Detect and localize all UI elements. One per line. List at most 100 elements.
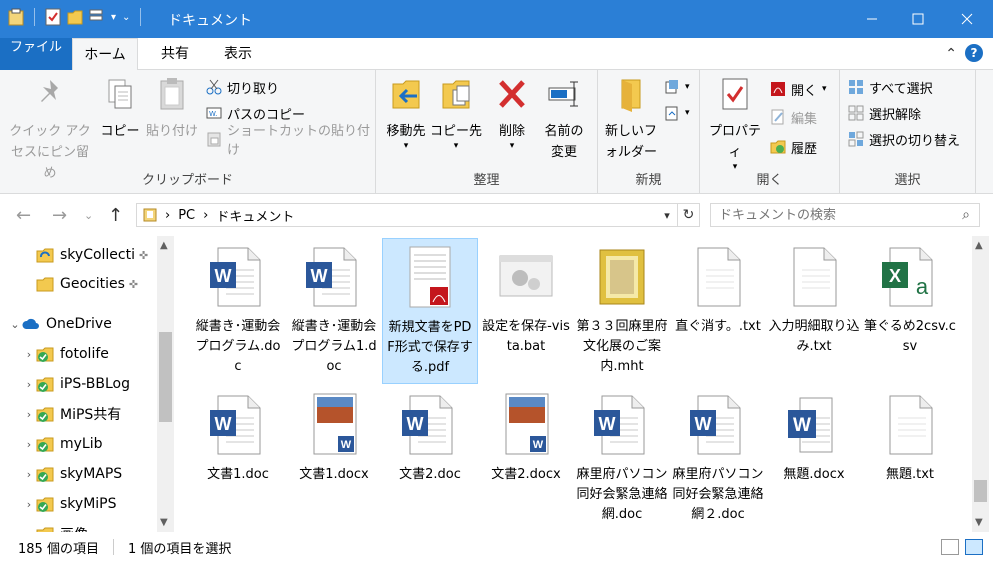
tab-home[interactable]: ホーム (72, 38, 138, 71)
copy-button[interactable]: コピー (98, 76, 142, 142)
file-item[interactable]: 直ぐ消す。.txt (670, 238, 766, 337)
tab-share[interactable]: 共有 (145, 38, 205, 70)
address-dropdown-icon[interactable]: ▾ (657, 209, 677, 222)
address-bar[interactable]: › PC › ドキュメント ▾ ↻ (136, 203, 700, 227)
file-item[interactable]: 入力明細取り込み.txt (766, 238, 862, 357)
easy-access-button[interactable]: ▾ (664, 102, 690, 124)
chevron-right-icon[interactable]: › (22, 378, 36, 391)
breadcrumb-item-pc[interactable]: PC (178, 208, 195, 223)
breadcrumb-item-documents[interactable]: ドキュメント (216, 206, 294, 225)
pin-quick-access-button[interactable]: クイック アクセスにピン留め (6, 76, 94, 184)
invert-selection-button[interactable]: 選択の切り替え (848, 128, 960, 150)
file-item[interactable]: W 文書2.docx (478, 386, 574, 485)
file-item[interactable]: 第３３回麻里府文化展のご案内.mht (574, 238, 670, 377)
move-to-button[interactable]: 移動先 ▾ (380, 76, 432, 151)
scroll-up-icon[interactable]: ▲ (975, 240, 983, 251)
new-item-button[interactable]: ▾ (664, 76, 690, 98)
clipboard-group-label: クリップボード (141, 173, 233, 188)
chevron-right-icon[interactable]: › (22, 468, 36, 481)
new-folder-icon[interactable] (67, 8, 83, 26)
select-all-button[interactable]: すべて選択 (848, 76, 933, 98)
file-item[interactable]: W 文書2.doc (382, 386, 478, 485)
chevron-right-icon[interactable]: › (22, 348, 36, 361)
file-item[interactable]: W 無題.docx (766, 386, 862, 485)
up-button[interactable]: ↑ (108, 205, 123, 226)
file-item[interactable]: W 麻里府パソコン同好会緊急連絡網.doc (574, 386, 670, 525)
cut-button[interactable]: 切り取り (206, 76, 279, 98)
sidebar-item[interactable]: Geocities ✜ (0, 269, 156, 299)
word-document-icon: W (402, 395, 453, 455)
maximize-button[interactable] (895, 0, 941, 38)
title-bar: ▾ ⌄ ドキュメント (0, 0, 993, 38)
large-icons-view-button[interactable] (965, 539, 983, 555)
sidebar-item[interactable]: ⌄ OneDrive (0, 309, 156, 339)
edit-icon (771, 109, 784, 125)
scroll-up-icon[interactable]: ▲ (160, 240, 168, 251)
sidebar-item-label: OneDrive (46, 316, 112, 332)
scroll-thumb[interactable] (974, 480, 987, 502)
pdf-icon (771, 82, 785, 96)
search-input[interactable] (711, 205, 953, 225)
close-button[interactable] (941, 0, 993, 38)
scroll-down-icon[interactable]: ▼ (160, 517, 168, 528)
chevron-right-icon[interactable]: › (22, 498, 36, 511)
file-item[interactable]: W 文書1.docx (286, 386, 382, 485)
new-folder-button[interactable]: 新しいフォルダー (600, 76, 662, 163)
file-item[interactable]: 設定を保存-vista.bat (478, 238, 574, 357)
paste-button[interactable]: 貼り付け (144, 76, 200, 142)
sidebar-item-label: MiPS共有 (60, 407, 122, 423)
open-button[interactable]: 開く ▾ (770, 78, 827, 100)
status-bar: 185 個の項目 1 個の項目を選択 (0, 532, 993, 562)
edit-button[interactable]: 編集 (770, 106, 817, 128)
help-icon[interactable]: ? (965, 44, 983, 62)
properties-icon[interactable] (45, 8, 61, 26)
rename-button[interactable]: 名前の変更 (538, 76, 590, 163)
toolbar-dropdown-icon[interactable]: ⌄ (122, 12, 130, 23)
tab-view[interactable]: 表示 (210, 38, 266, 70)
properties-button[interactable]: プロパティ ▾ (704, 76, 766, 172)
sidebar-item[interactable]: › fotolife (0, 339, 156, 369)
file-item[interactable]: W 文書1.doc (190, 386, 286, 485)
sidebar-item[interactable]: › skyMAPS (0, 459, 156, 489)
forward-button[interactable]: → (52, 205, 67, 226)
minimize-button[interactable] (849, 0, 895, 38)
sidebar-item[interactable]: › myLib (0, 429, 156, 459)
file-list-scrollbar[interactable]: ▲ ▼ (972, 236, 989, 532)
svg-text:W: W (407, 414, 424, 434)
scroll-thumb[interactable] (159, 332, 172, 422)
file-item[interactable]: W 縦書き･運動会プログラム.doc (190, 238, 286, 377)
history-button[interactable]: 履歴 (770, 136, 817, 158)
tab-file[interactable]: ファイル (0, 38, 72, 70)
word-document-icon: W (306, 247, 357, 307)
file-item[interactable]: Xa 筆ぐるめ2csv.csv (862, 238, 958, 357)
edit-label: 編集 (791, 111, 818, 127)
file-item[interactable]: W 縦書き･運動会プログラム1.doc (286, 238, 382, 377)
sidebar-item[interactable]: ›画像 (0, 519, 156, 532)
easy-access-icon (665, 106, 678, 121)
customize-toolbar-icon[interactable] (89, 8, 105, 26)
sidebar-item[interactable]: › MiPS共有 (0, 399, 156, 429)
sidebar-item[interactable]: › skyMiPS (0, 489, 156, 519)
chevron-down-icon[interactable]: ▾ (111, 12, 116, 23)
sidebar-item-label: iPS-BBLog (60, 376, 130, 392)
ribbon-collapse-icon[interactable]: ⌃ (945, 46, 957, 62)
file-item[interactable]: 新規文書をPDF形式で保存する.pdf (382, 238, 478, 384)
scroll-down-icon[interactable]: ▼ (975, 517, 983, 528)
details-view-button[interactable] (941, 539, 959, 555)
chevron-right-icon[interactable]: › (22, 408, 36, 421)
select-none-button[interactable]: 選択解除 (848, 102, 921, 124)
search-icon[interactable]: ⌕ (953, 207, 979, 223)
back-button[interactable]: ← (16, 205, 31, 226)
copy-to-button[interactable]: コピー先 ▾ (430, 76, 482, 151)
delete-button[interactable]: 削除 ▾ (490, 76, 534, 151)
chevron-right-icon[interactable]: › (22, 438, 36, 451)
file-item[interactable]: W 麻里府パソコン同好会緊急連絡網２.doc (670, 386, 766, 525)
file-item[interactable]: 無題.txt (862, 386, 958, 485)
sidebar-item[interactable]: skyCollecti ✜ (0, 240, 156, 270)
navigation-scrollbar[interactable]: ▲ ▼ (157, 236, 174, 532)
recent-locations-button[interactable]: ⌄ (84, 209, 93, 222)
refresh-button[interactable]: ↻ (677, 204, 699, 226)
chevron-down-icon[interactable]: ⌄ (8, 318, 22, 331)
paste-shortcut-button[interactable]: ショートカットの貼り付け (206, 124, 375, 158)
sidebar-item[interactable]: › iPS-BBLog (0, 369, 156, 399)
